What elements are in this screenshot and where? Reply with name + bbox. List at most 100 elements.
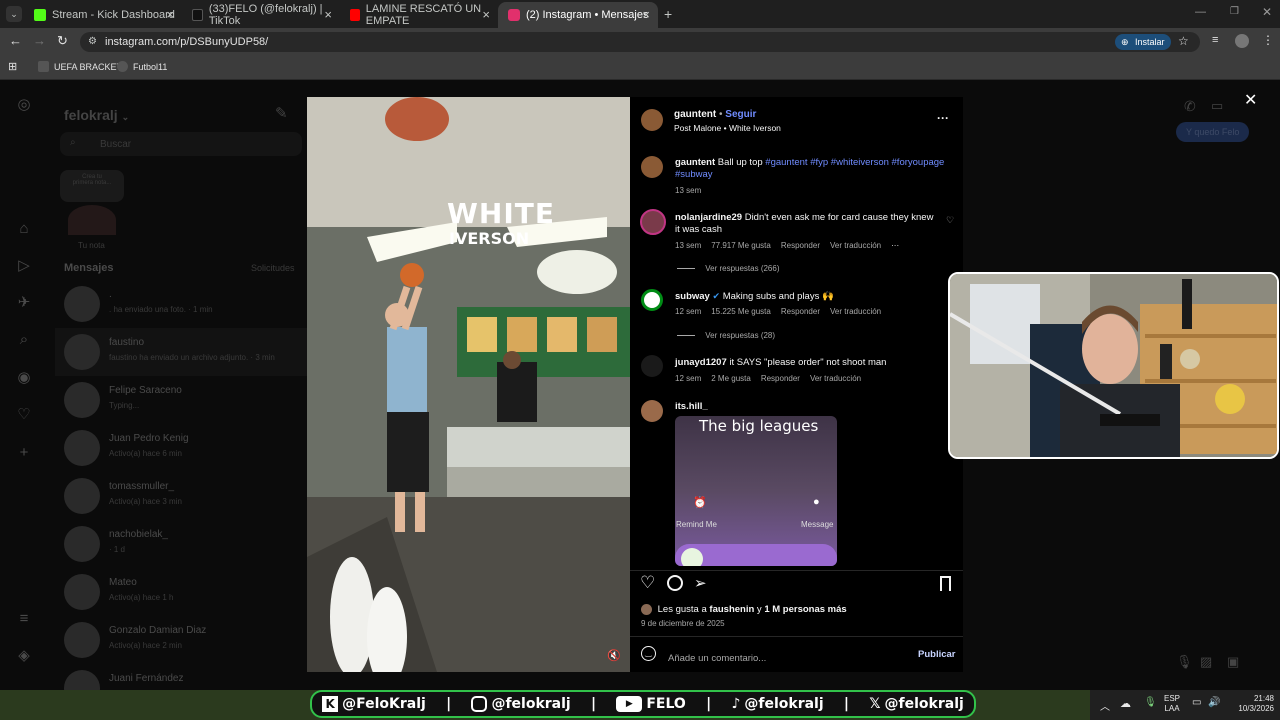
language-indicator[interactable]: ESP LAA: [1164, 694, 1180, 714]
explore-icon[interactable]: ◉: [15, 369, 33, 387]
new-message-icon[interactable]: ✎: [275, 104, 288, 122]
profile-avatar[interactable]: [1235, 34, 1249, 48]
comment-likes[interactable]: 77.917 Me gusta: [711, 241, 771, 250]
comment-likes[interactable]: 15.225 Me gusta: [711, 307, 771, 316]
call-icon[interactable]: ✆: [1184, 98, 1196, 115]
reply-button[interactable]: Responder: [781, 241, 820, 250]
menu-icon[interactable]: ≡: [15, 610, 33, 628]
address-bar[interactable]: ⚙ instagram.com/p/DSBunyUDP58/ ⊕ Instala…: [80, 32, 1200, 52]
messages-icon[interactable]: ✈: [15, 294, 33, 312]
volume-icon[interactable]: 🔊: [1208, 697, 1220, 708]
restore-button[interactable]: ❐: [1230, 6, 1239, 17]
follow-button[interactable]: Seguir: [725, 109, 756, 120]
instagram-logo-icon[interactable]: ◎: [15, 96, 33, 114]
cloud-icon[interactable]: ☁: [1120, 697, 1131, 710]
create-icon[interactable]: +: [15, 444, 33, 462]
meta-icon[interactable]: ◈: [15, 647, 33, 665]
reels-icon[interactable]: ▷: [15, 257, 33, 275]
notifications-heart-icon[interactable]: ♡: [15, 406, 33, 424]
site-info-icon[interactable]: ⚙: [88, 36, 97, 47]
comment-options-icon[interactable]: ···: [891, 241, 899, 250]
conversation-item[interactable]: Mateo Activo(a) hace 1 h: [64, 570, 304, 614]
video-call-icon[interactable]: ▭: [1211, 98, 1223, 114]
back-icon[interactable]: ←: [9, 33, 22, 48]
forward-icon[interactable]: →: [33, 33, 46, 48]
more-options-icon[interactable]: ···: [937, 111, 949, 125]
tab-youtube[interactable]: LAMINE RESCATÓ UN EMPATE ×: [340, 2, 498, 28]
install-button[interactable]: ⊕ Instalar: [1115, 34, 1171, 50]
requests-link[interactable]: Solicitudes: [251, 263, 295, 273]
search-icon[interactable]: ⌕: [15, 331, 33, 349]
comment-input[interactable]: Añade un comentario...: [668, 648, 908, 664]
bookmark-star-icon[interactable]: ☆: [1178, 34, 1189, 48]
conversation-item[interactable]: . . ha enviado una foto. · 1 min: [64, 282, 304, 326]
tab-instagram[interactable]: (2) Instagram • Mensajes ×: [498, 2, 658, 28]
menu-icon[interactable]: ⋮: [1262, 33, 1274, 47]
emoji-icon[interactable]: ‿: [641, 646, 656, 661]
mic-icon[interactable]: 🎙: [1176, 654, 1193, 670]
share-icon[interactable]: ➢: [694, 574, 707, 592]
tab-tiktok[interactable]: (33)FELO (@felokralj) | TikTok ×: [182, 2, 340, 28]
comment-username[interactable]: its.hill_: [675, 401, 708, 412]
close-icon[interactable]: ×: [324, 7, 332, 22]
network-icon[interactable]: ▭: [1192, 697, 1201, 708]
conversation-item[interactable]: Felipe Saraceno Typing...: [64, 378, 304, 422]
image-icon[interactable]: ▨: [1200, 654, 1212, 670]
reload-icon[interactable]: ↻: [57, 33, 68, 49]
conversation-item[interactable]: Gonzalo Damian Diaz Activo(a) hace 2 min: [64, 618, 304, 662]
reply-button[interactable]: Responder: [761, 374, 800, 383]
new-tab-button[interactable]: +: [664, 6, 672, 22]
save-icon[interactable]: [940, 576, 951, 591]
view-replies-button[interactable]: Ver respuestas (266): [677, 264, 780, 273]
close-icon[interactable]: ×: [482, 7, 490, 22]
comment-avatar[interactable]: [641, 355, 663, 377]
comment-avatar[interactable]: [641, 289, 663, 311]
bookmark-uefa-bracket[interactable]: UEFA BRACKET: [38, 61, 122, 72]
caption-hashtags[interactable]: #gauntent #fyp #whiteiverson #foryoupage…: [675, 157, 944, 180]
window-close-button[interactable]: ✕: [1262, 5, 1272, 19]
comment-username[interactable]: subway: [675, 291, 710, 302]
conversation-item[interactable]: tomassmuller_ Activo(a) hace 3 min: [64, 474, 304, 518]
home-icon[interactable]: ⌂: [15, 220, 33, 238]
audio-label[interactable]: Post Malone • White Iverson: [674, 123, 781, 133]
translate-button[interactable]: Ver traducción: [810, 374, 861, 383]
minimize-button[interactable]: —: [1195, 6, 1206, 18]
modal-close-icon[interactable]: ✕: [1244, 90, 1257, 110]
apps-icon[interactable]: ⊞: [8, 60, 17, 73]
translate-button[interactable]: Ver traducción: [830, 241, 881, 250]
comment-like-icon[interactable]: ♡: [946, 215, 954, 226]
comment-image[interactable]: The big leagues ⏰ ● Remind Me Message: [675, 416, 837, 566]
author-avatar[interactable]: [641, 109, 663, 131]
likes-user[interactable]: faushenin: [709, 604, 754, 615]
caption-username[interactable]: gauntent: [675, 157, 715, 168]
conversation-item[interactable]: Juan Pedro Kenig Activo(a) hace 6 min: [64, 426, 304, 470]
close-icon[interactable]: ×: [642, 7, 650, 22]
search-input[interactable]: ⌕ Buscar: [60, 132, 302, 156]
author-username[interactable]: gauntent: [674, 109, 716, 120]
conversation-item[interactable]: nachobielak_ · 1 d: [64, 522, 304, 566]
mute-icon[interactable]: 🔇: [607, 649, 621, 662]
bookmark-futbol11[interactable]: Futbol11: [117, 61, 167, 72]
view-replies-button[interactable]: Ver respuestas (28): [677, 331, 775, 340]
comment-username[interactable]: nolanjardine29: [675, 212, 742, 223]
comment-avatar[interactable]: [640, 209, 666, 235]
comment-avatar[interactable]: [641, 400, 663, 422]
comment-icon[interactable]: [667, 575, 683, 591]
reading-list-icon[interactable]: ≡: [1212, 34, 1218, 46]
conversation-item[interactable]: Juani Fernández: [64, 666, 304, 690]
tray-chevron-icon[interactable]: ︿: [1100, 698, 1110, 713]
likes-count[interactable]: 1 M personas más: [764, 604, 846, 615]
account-switcher[interactable]: felokralj ⌄: [64, 107, 129, 123]
caption-avatar[interactable]: [641, 156, 663, 178]
comment-username[interactable]: junayd1207: [675, 357, 727, 368]
close-icon[interactable]: ×: [166, 7, 174, 22]
reply-button[interactable]: Responder: [781, 307, 820, 316]
publish-button[interactable]: Publicar: [918, 649, 956, 660]
like-icon[interactable]: ♡: [640, 573, 655, 593]
your-note-avatar[interactable]: [68, 205, 116, 235]
translate-button[interactable]: Ver traducción: [830, 307, 881, 316]
post-video[interactable]: WHITE IVERSON 🔇: [307, 97, 630, 672]
sticker-icon[interactable]: ▣: [1227, 654, 1239, 670]
clock[interactable]: 21:48 10/3/2026: [1232, 694, 1274, 714]
tab-kick[interactable]: Stream - Kick Dashboard ×: [24, 2, 182, 28]
